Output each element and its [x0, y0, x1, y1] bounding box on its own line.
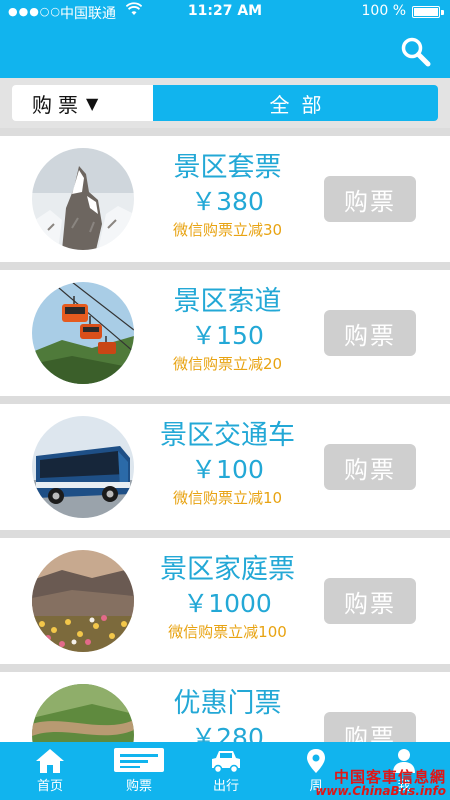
- ticket-type-dropdown[interactable]: 购票 ▼: [12, 85, 153, 121]
- divider: [0, 128, 450, 136]
- all-filter-tab[interactable]: 全部: [153, 85, 438, 121]
- cable-car-image: [32, 282, 134, 384]
- ticket-price: ￥380: [191, 187, 264, 216]
- watermark-url: www.ChinaBus.info: [315, 784, 446, 799]
- battery-percent: 100 %: [361, 3, 406, 19]
- ticket-item-shuttle-bus: 景区交通车 ￥100 微信购票立减10 购票: [0, 404, 450, 530]
- watermark: 中国客車信息網 www.ChinaBus.info: [315, 767, 446, 799]
- tab-travel-label: 出行: [212, 779, 239, 794]
- ticket-promo: 微信购票立减100: [168, 623, 287, 641]
- ticket-name: 景区套票: [173, 152, 282, 183]
- tab-travel[interactable]: 出行: [186, 742, 266, 800]
- ticket-price: ￥150: [191, 321, 264, 350]
- ticket-icon: [99, 748, 179, 774]
- status-bar: ●●●○○ 中国联通 11:27 AM 100 %: [0, 0, 450, 24]
- tab-tickets-label: 购票: [125, 779, 152, 794]
- flower-valley-image: [32, 550, 134, 652]
- ticket-name: 景区索道: [173, 286, 282, 317]
- ticket-list: 景区套票 ￥380 微信购票立减30 购票 景区索道 ￥150 微信购票立减20…: [0, 128, 450, 798]
- ticket-price: ￥100: [191, 455, 264, 484]
- tab-tickets[interactable]: 购票: [99, 742, 179, 800]
- watermark-chinese: 中国客車信息網: [333, 767, 446, 786]
- filter-segmented-control: 购票 ▼ 全部: [12, 85, 438, 121]
- ticket-promo: 微信购票立减20: [172, 355, 283, 373]
- filter-bar: 购票 ▼ 全部: [0, 78, 450, 128]
- buy-button[interactable]: 购票: [324, 578, 416, 624]
- tab-home-label: 首页: [36, 779, 63, 794]
- ticket-name: 景区交通车: [160, 420, 295, 451]
- home-icon: [10, 748, 90, 774]
- ticket-name: 景区家庭票: [160, 554, 295, 585]
- buy-button[interactable]: 购票: [324, 310, 416, 356]
- ticket-price: ￥1000: [183, 589, 272, 618]
- buy-button[interactable]: 购票: [324, 444, 416, 490]
- ticket-name: 优惠门票: [173, 688, 282, 719]
- buy-button[interactable]: 购票: [324, 176, 416, 222]
- tour-bus-image: [32, 416, 134, 518]
- app-header: [0, 24, 450, 78]
- bottom-tab-bar: 首页 购票 出行 周 我 中国客車信息網 www.ChinaBus.info: [0, 742, 450, 800]
- ticket-type-label: 购票: [32, 92, 84, 117]
- ticket-item-family: 景区家庭票 ￥1000 微信购票立减100 购票: [0, 538, 450, 664]
- divider: [0, 262, 450, 270]
- dropdown-arrow-icon: ▼: [86, 93, 99, 113]
- search-icon[interactable]: [400, 36, 432, 68]
- ticket-item-cableway: 景区索道 ￥150 微信购票立减20 购票: [0, 270, 450, 396]
- ticket-promo: 微信购票立减30: [172, 221, 283, 239]
- tab-home[interactable]: 首页: [10, 742, 90, 800]
- divider: [0, 396, 450, 404]
- divider: [0, 530, 450, 538]
- snowy-rock-peak-image: [32, 148, 134, 250]
- battery-icon: [412, 6, 444, 18]
- all-filter-label: 全部: [269, 92, 334, 117]
- car-icon: [186, 748, 266, 774]
- ticket-item-package: 景区套票 ￥380 微信购票立减30 购票: [0, 136, 450, 262]
- ticket-promo: 微信购票立减10: [172, 489, 283, 507]
- divider: [0, 664, 450, 672]
